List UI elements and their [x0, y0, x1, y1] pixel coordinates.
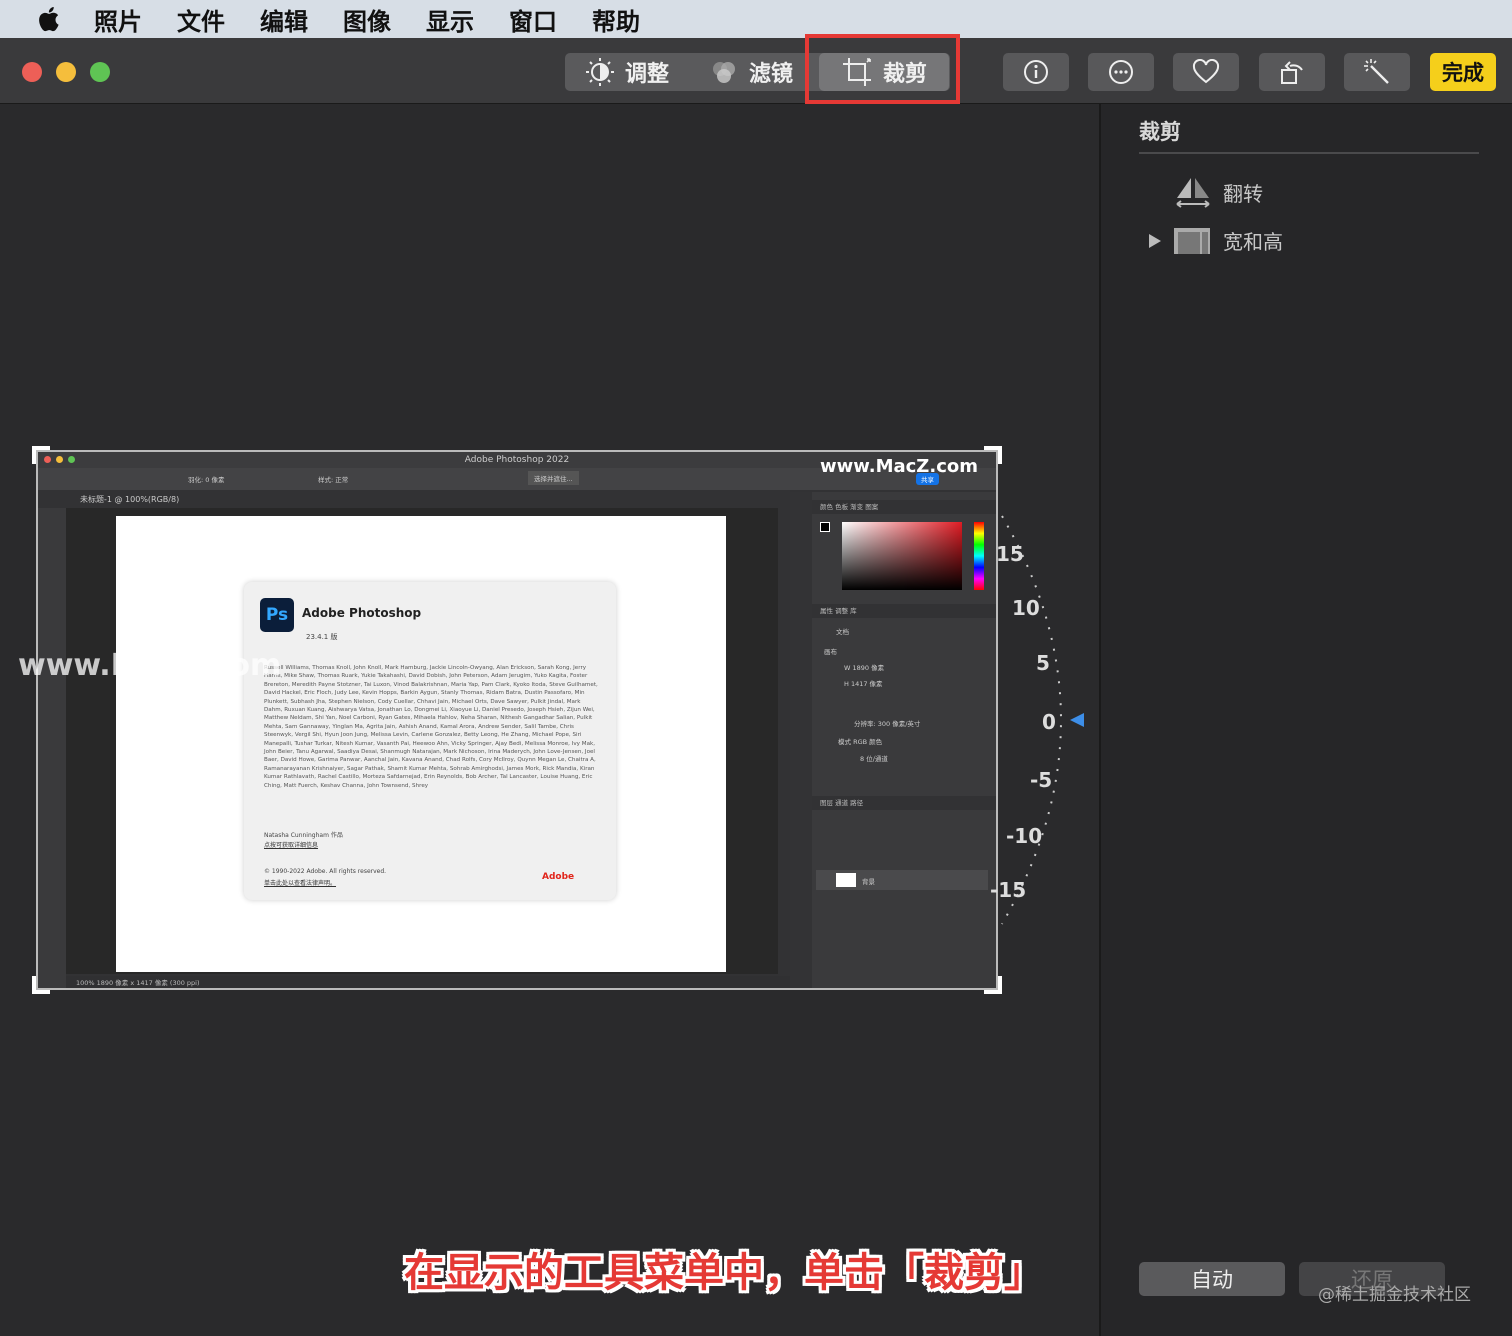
- ps-style-label: 样式: 正常: [318, 476, 349, 484]
- more-icon: [1109, 60, 1133, 84]
- ps-feather-label: 羽化: 0 像素: [188, 476, 225, 484]
- menu-image[interactable]: 图像: [343, 2, 391, 37]
- apple-icon[interactable]: [36, 5, 60, 33]
- rotate-button[interactable]: [1259, 53, 1325, 91]
- ps-hue-slider: [974, 522, 984, 590]
- tab-adjust[interactable]: 调整: [565, 53, 689, 91]
- photo-preview[interactable]: Adobe Photoshop 2022 羽化: 0 像素 样式: 正常 选择并…: [36, 450, 998, 990]
- crop-handle-bottom-right[interactable]: [984, 976, 1002, 994]
- menu-view[interactable]: 显示: [426, 2, 474, 37]
- disclosure-triangle-icon: [1149, 233, 1161, 248]
- ps-canvas-label: 画布: [824, 648, 837, 656]
- photoshop-logo-icon: Ps: [260, 598, 294, 632]
- ps-document-tab: 未标题-1 @ 100%(RGB/8): [68, 492, 798, 508]
- ps-bits-value: 8 位/通道: [860, 755, 888, 763]
- ps-status-bar: 100% 1890 像素 x 1417 像素 (300 ppi): [66, 976, 796, 988]
- menu-photos[interactable]: 照片: [94, 2, 142, 37]
- ps-layer-row: 背景: [816, 870, 988, 890]
- tab-filters[interactable]: 滤镜: [689, 53, 813, 91]
- instruction-caption: 在显示的工具菜单中，单击「裁剪」: [404, 1250, 1044, 1296]
- ps-tools-panel: [38, 508, 66, 988]
- minimize-window-button[interactable]: [56, 62, 76, 82]
- favorite-icon: [1192, 59, 1220, 84]
- flip-label: 翻转: [1223, 181, 1263, 206]
- ps-select-mask-button: 选择并遮住...: [528, 471, 579, 485]
- about-version: 23.4.1 版: [306, 633, 338, 641]
- aspect-disclosure-row[interactable]: 宽和高: [1149, 226, 1283, 255]
- sidebar-divider: [1139, 152, 1479, 154]
- dial-label-15: 15: [996, 542, 1024, 566]
- info-icon: [1024, 60, 1048, 84]
- ps-properties-panel-tabs: 属性 调整 库: [812, 604, 996, 618]
- close-window-button[interactable]: [22, 62, 42, 82]
- ps-layer-thumbnail: [836, 873, 856, 887]
- ps-width-value: W 1890 像素: [844, 664, 885, 672]
- ps-layer-name: 背景: [862, 878, 875, 886]
- about-legal-link: 单击此处以查看法律声明。: [264, 880, 337, 887]
- info-button[interactable]: [1003, 53, 1069, 91]
- ps-resolution-value: 分辨率: 300 像素/英寸: [854, 720, 921, 728]
- more-button[interactable]: [1088, 53, 1154, 91]
- ps-height-value: H 1417 像素: [844, 680, 883, 688]
- flip-button[interactable]: 翻转: [1175, 176, 1263, 208]
- aspect-label: 宽和高: [1223, 230, 1283, 254]
- done-button[interactable]: 完成: [1430, 53, 1496, 91]
- ps-mode-value: 模式 RGB 颜色: [838, 738, 883, 746]
- dial-pointer-icon: [1070, 713, 1084, 727]
- menu-edit[interactable]: 编辑: [260, 2, 308, 37]
- dial-tick-arc: [1001, 515, 1062, 925]
- about-copyright: © 1990-2022 Adobe. All rights reserved.: [264, 868, 387, 875]
- rotate-icon: [1281, 61, 1303, 84]
- ps-foreground-swatch: [820, 522, 830, 532]
- flip-icon: [1176, 178, 1210, 208]
- ps-right-panels: 颜色 色板 渐变 图案 属性 调整 库 文档 画布 W 1890 像素 H 14…: [812, 492, 996, 988]
- auto-enhance-icon: [1364, 59, 1389, 84]
- menu-file[interactable]: 文件: [177, 2, 225, 37]
- auto-button[interactable]: 自动: [1139, 1262, 1285, 1296]
- ps-document-canvas: Ps Adobe Photoshop 23.4.1 版 Russell Will…: [116, 516, 726, 972]
- window-toolbar: 调整 滤镜 裁剪 完成: [0, 38, 1512, 104]
- macz-watermark-top: www.MacZ.com: [820, 456, 978, 477]
- ps-color-picker-field: [842, 522, 962, 590]
- ps-doc-label: 文档: [836, 628, 849, 636]
- about-author: Natasha Cunningham 作品: [264, 832, 343, 839]
- zoom-window-button[interactable]: [90, 62, 110, 82]
- crop-tab-highlight-box: [805, 34, 960, 104]
- ps-minimize-dot: [56, 456, 63, 463]
- dial-label-5: 5: [1036, 651, 1050, 675]
- crop-sidebar: 裁剪 翻转 宽和高 自动 还原: [1099, 104, 1512, 1336]
- ps-narrow-panel: [790, 492, 812, 988]
- adjust-icon: [585, 58, 614, 86]
- tab-filters-label: 滤镜: [748, 62, 793, 87]
- ps-layers-panel-tabs: 图层 通道 路径: [812, 796, 996, 810]
- sidebar-title: 裁剪: [1139, 120, 1181, 144]
- about-details-link: 点按可获取详细信息: [264, 842, 319, 849]
- dial-label-neg10: -10: [1006, 824, 1043, 848]
- filters-icon: [712, 62, 735, 83]
- adobe-logo: Adobe: [542, 872, 575, 882]
- macz-watermark-left: www.MacZ.com: [18, 648, 282, 683]
- ps-about-dialog: Ps Adobe Photoshop 23.4.1 版 Russell Will…: [244, 582, 616, 900]
- ps-zoom-dot: [68, 456, 75, 463]
- aspect-ratio-icon: [1174, 227, 1210, 254]
- crop-handle-top-right[interactable]: [984, 446, 1002, 464]
- tab-adjust-label: 调整: [624, 62, 669, 87]
- dial-label-10: 10: [1012, 596, 1040, 620]
- about-app-name: Adobe Photoshop: [302, 606, 422, 620]
- crop-handle-bottom-left[interactable]: [32, 976, 50, 994]
- dial-label-neg5: -5: [1030, 768, 1053, 792]
- dial-label-0: 0: [1042, 710, 1056, 734]
- crop-handle-top-left[interactable]: [32, 446, 50, 464]
- about-credits: Russell Williams, Thomas Knoll, John Kno…: [264, 665, 598, 789]
- menu-bar: 照片 文件 编辑 图像 显示 窗口 帮助: [0, 0, 1512, 38]
- ps-workspace: Ps Adobe Photoshop 23.4.1 版 Russell Will…: [66, 508, 778, 974]
- auto-enhance-button[interactable]: [1344, 53, 1410, 91]
- dial-label-neg15: -15: [990, 878, 1027, 902]
- menu-window[interactable]: 窗口: [509, 2, 557, 37]
- favorite-button[interactable]: [1173, 53, 1239, 91]
- juejin-watermark: @稀土掘金技术社区: [1318, 1285, 1471, 1305]
- menu-help[interactable]: 帮助: [592, 2, 640, 37]
- ps-color-panel-tabs: 颜色 色板 渐变 图案: [812, 500, 996, 514]
